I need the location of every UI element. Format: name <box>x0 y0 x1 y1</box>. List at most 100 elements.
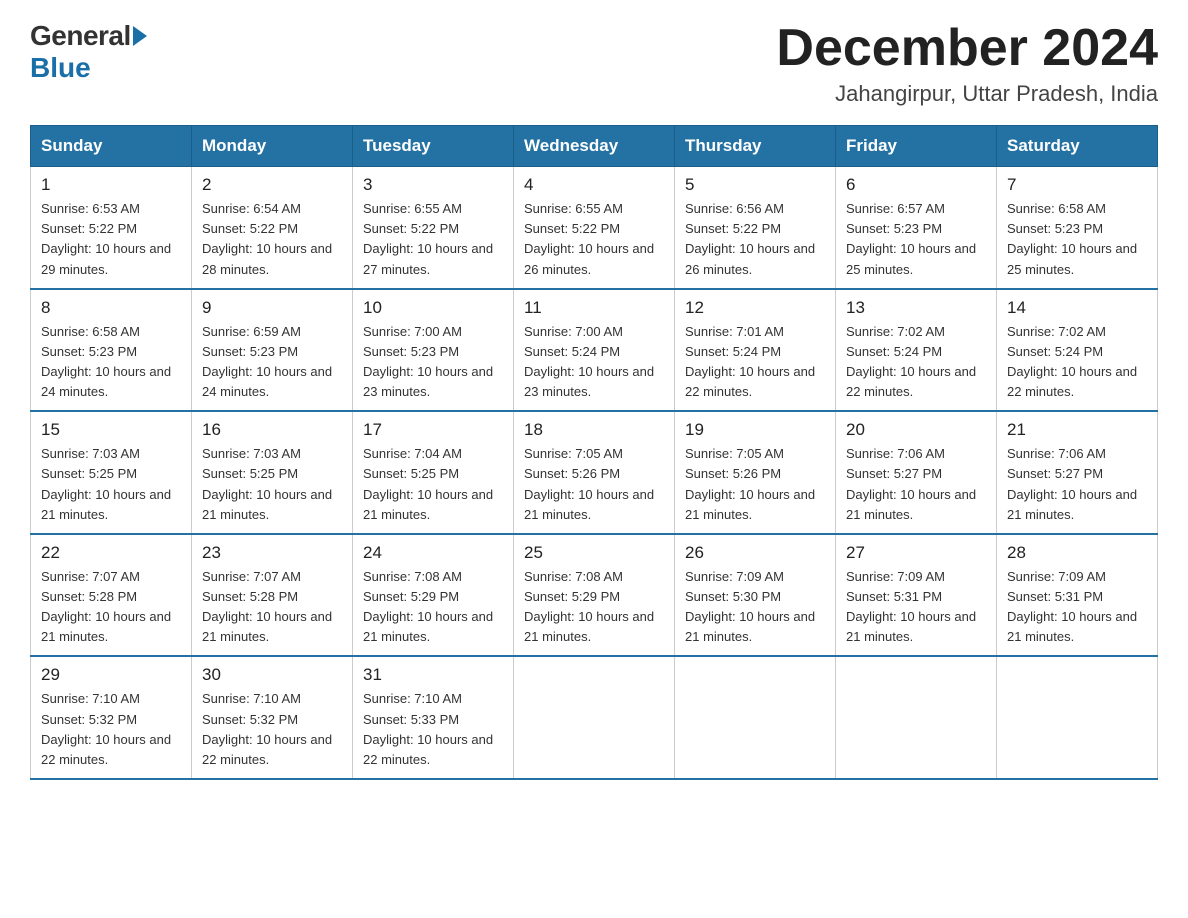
calendar-cell <box>675 656 836 779</box>
day-number: 1 <box>41 175 181 195</box>
calendar-cell: 29 Sunrise: 7:10 AMSunset: 5:32 PMDaylig… <box>31 656 192 779</box>
week-row-5: 29 Sunrise: 7:10 AMSunset: 5:32 PMDaylig… <box>31 656 1158 779</box>
calendar-cell: 30 Sunrise: 7:10 AMSunset: 5:32 PMDaylig… <box>192 656 353 779</box>
day-number: 7 <box>1007 175 1147 195</box>
month-title: December 2024 <box>776 20 1158 77</box>
day-info: Sunrise: 6:54 AMSunset: 5:22 PMDaylight:… <box>202 199 342 280</box>
calendar-cell: 2 Sunrise: 6:54 AMSunset: 5:22 PMDayligh… <box>192 167 353 289</box>
day-number: 27 <box>846 543 986 563</box>
logo-triangle-icon <box>133 26 147 46</box>
day-number: 13 <box>846 298 986 318</box>
day-info: Sunrise: 6:56 AMSunset: 5:22 PMDaylight:… <box>685 199 825 280</box>
calendar-cell: 1 Sunrise: 6:53 AMSunset: 5:22 PMDayligh… <box>31 167 192 289</box>
day-info: Sunrise: 7:10 AMSunset: 5:32 PMDaylight:… <box>202 689 342 770</box>
calendar-cell <box>836 656 997 779</box>
day-number: 2 <box>202 175 342 195</box>
calendar-cell: 24 Sunrise: 7:08 AMSunset: 5:29 PMDaylig… <box>353 534 514 657</box>
calendar-cell: 27 Sunrise: 7:09 AMSunset: 5:31 PMDaylig… <box>836 534 997 657</box>
calendar-cell: 20 Sunrise: 7:06 AMSunset: 5:27 PMDaylig… <box>836 411 997 534</box>
day-info: Sunrise: 6:59 AMSunset: 5:23 PMDaylight:… <box>202 322 342 403</box>
calendar-cell: 13 Sunrise: 7:02 AMSunset: 5:24 PMDaylig… <box>836 289 997 412</box>
header-row: Sunday Monday Tuesday Wednesday Thursday… <box>31 126 1158 167</box>
calendar-cell: 14 Sunrise: 7:02 AMSunset: 5:24 PMDaylig… <box>997 289 1158 412</box>
day-info: Sunrise: 7:10 AMSunset: 5:33 PMDaylight:… <box>363 689 503 770</box>
calendar-cell: 18 Sunrise: 7:05 AMSunset: 5:26 PMDaylig… <box>514 411 675 534</box>
logo: General Blue <box>30 20 149 84</box>
day-info: Sunrise: 7:09 AMSunset: 5:31 PMDaylight:… <box>1007 567 1147 648</box>
day-info: Sunrise: 7:06 AMSunset: 5:27 PMDaylight:… <box>846 444 986 525</box>
calendar-cell: 25 Sunrise: 7:08 AMSunset: 5:29 PMDaylig… <box>514 534 675 657</box>
calendar-cell: 7 Sunrise: 6:58 AMSunset: 5:23 PMDayligh… <box>997 167 1158 289</box>
day-number: 28 <box>1007 543 1147 563</box>
week-row-4: 22 Sunrise: 7:07 AMSunset: 5:28 PMDaylig… <box>31 534 1158 657</box>
calendar-cell: 16 Sunrise: 7:03 AMSunset: 5:25 PMDaylig… <box>192 411 353 534</box>
day-info: Sunrise: 7:08 AMSunset: 5:29 PMDaylight:… <box>524 567 664 648</box>
calendar-cell: 23 Sunrise: 7:07 AMSunset: 5:28 PMDaylig… <box>192 534 353 657</box>
day-number: 18 <box>524 420 664 440</box>
day-number: 22 <box>41 543 181 563</box>
day-info: Sunrise: 6:55 AMSunset: 5:22 PMDaylight:… <box>524 199 664 280</box>
day-number: 31 <box>363 665 503 685</box>
logo-blue-text: Blue <box>30 52 91 83</box>
day-info: Sunrise: 7:03 AMSunset: 5:25 PMDaylight:… <box>41 444 181 525</box>
calendar-table: Sunday Monday Tuesday Wednesday Thursday… <box>30 125 1158 780</box>
day-number: 16 <box>202 420 342 440</box>
week-row-1: 1 Sunrise: 6:53 AMSunset: 5:22 PMDayligh… <box>31 167 1158 289</box>
day-number: 26 <box>685 543 825 563</box>
calendar-cell: 3 Sunrise: 6:55 AMSunset: 5:22 PMDayligh… <box>353 167 514 289</box>
header-thursday: Thursday <box>675 126 836 167</box>
day-number: 15 <box>41 420 181 440</box>
day-number: 23 <box>202 543 342 563</box>
day-number: 20 <box>846 420 986 440</box>
day-info: Sunrise: 7:06 AMSunset: 5:27 PMDaylight:… <box>1007 444 1147 525</box>
calendar-cell: 8 Sunrise: 6:58 AMSunset: 5:23 PMDayligh… <box>31 289 192 412</box>
day-info: Sunrise: 7:07 AMSunset: 5:28 PMDaylight:… <box>202 567 342 648</box>
day-info: Sunrise: 7:05 AMSunset: 5:26 PMDaylight:… <box>524 444 664 525</box>
day-number: 14 <box>1007 298 1147 318</box>
calendar-cell: 4 Sunrise: 6:55 AMSunset: 5:22 PMDayligh… <box>514 167 675 289</box>
header-sunday: Sunday <box>31 126 192 167</box>
calendar-cell: 5 Sunrise: 6:56 AMSunset: 5:22 PMDayligh… <box>675 167 836 289</box>
day-info: Sunrise: 7:10 AMSunset: 5:32 PMDaylight:… <box>41 689 181 770</box>
calendar-cell: 26 Sunrise: 7:09 AMSunset: 5:30 PMDaylig… <box>675 534 836 657</box>
day-info: Sunrise: 7:09 AMSunset: 5:31 PMDaylight:… <box>846 567 986 648</box>
day-info: Sunrise: 7:07 AMSunset: 5:28 PMDaylight:… <box>41 567 181 648</box>
calendar-cell: 6 Sunrise: 6:57 AMSunset: 5:23 PMDayligh… <box>836 167 997 289</box>
day-info: Sunrise: 7:00 AMSunset: 5:24 PMDaylight:… <box>524 322 664 403</box>
day-number: 5 <box>685 175 825 195</box>
day-info: Sunrise: 7:02 AMSunset: 5:24 PMDaylight:… <box>846 322 986 403</box>
calendar-cell <box>997 656 1158 779</box>
calendar-cell: 10 Sunrise: 7:00 AMSunset: 5:23 PMDaylig… <box>353 289 514 412</box>
day-number: 30 <box>202 665 342 685</box>
calendar-cell: 11 Sunrise: 7:00 AMSunset: 5:24 PMDaylig… <box>514 289 675 412</box>
day-info: Sunrise: 7:00 AMSunset: 5:23 PMDaylight:… <box>363 322 503 403</box>
day-number: 11 <box>524 298 664 318</box>
day-number: 8 <box>41 298 181 318</box>
day-info: Sunrise: 7:08 AMSunset: 5:29 PMDaylight:… <box>363 567 503 648</box>
calendar-cell: 21 Sunrise: 7:06 AMSunset: 5:27 PMDaylig… <box>997 411 1158 534</box>
day-number: 25 <box>524 543 664 563</box>
day-number: 24 <box>363 543 503 563</box>
day-number: 19 <box>685 420 825 440</box>
calendar-cell: 15 Sunrise: 7:03 AMSunset: 5:25 PMDaylig… <box>31 411 192 534</box>
day-number: 9 <box>202 298 342 318</box>
page-header: General Blue December 2024 Jahangirpur, … <box>30 20 1158 107</box>
day-number: 17 <box>363 420 503 440</box>
header-monday: Monday <box>192 126 353 167</box>
calendar-cell <box>514 656 675 779</box>
day-info: Sunrise: 7:04 AMSunset: 5:25 PMDaylight:… <box>363 444 503 525</box>
day-info: Sunrise: 6:58 AMSunset: 5:23 PMDaylight:… <box>41 322 181 403</box>
header-wednesday: Wednesday <box>514 126 675 167</box>
day-info: Sunrise: 6:58 AMSunset: 5:23 PMDaylight:… <box>1007 199 1147 280</box>
logo-general-text: General <box>30 20 131 52</box>
title-block: December 2024 Jahangirpur, Uttar Pradesh… <box>776 20 1158 107</box>
day-info: Sunrise: 7:09 AMSunset: 5:30 PMDaylight:… <box>685 567 825 648</box>
day-info: Sunrise: 6:55 AMSunset: 5:22 PMDaylight:… <box>363 199 503 280</box>
day-info: Sunrise: 7:03 AMSunset: 5:25 PMDaylight:… <box>202 444 342 525</box>
day-info: Sunrise: 7:02 AMSunset: 5:24 PMDaylight:… <box>1007 322 1147 403</box>
day-info: Sunrise: 6:57 AMSunset: 5:23 PMDaylight:… <box>846 199 986 280</box>
day-number: 6 <box>846 175 986 195</box>
day-info: Sunrise: 7:05 AMSunset: 5:26 PMDaylight:… <box>685 444 825 525</box>
calendar-cell: 22 Sunrise: 7:07 AMSunset: 5:28 PMDaylig… <box>31 534 192 657</box>
calendar-cell: 28 Sunrise: 7:09 AMSunset: 5:31 PMDaylig… <box>997 534 1158 657</box>
